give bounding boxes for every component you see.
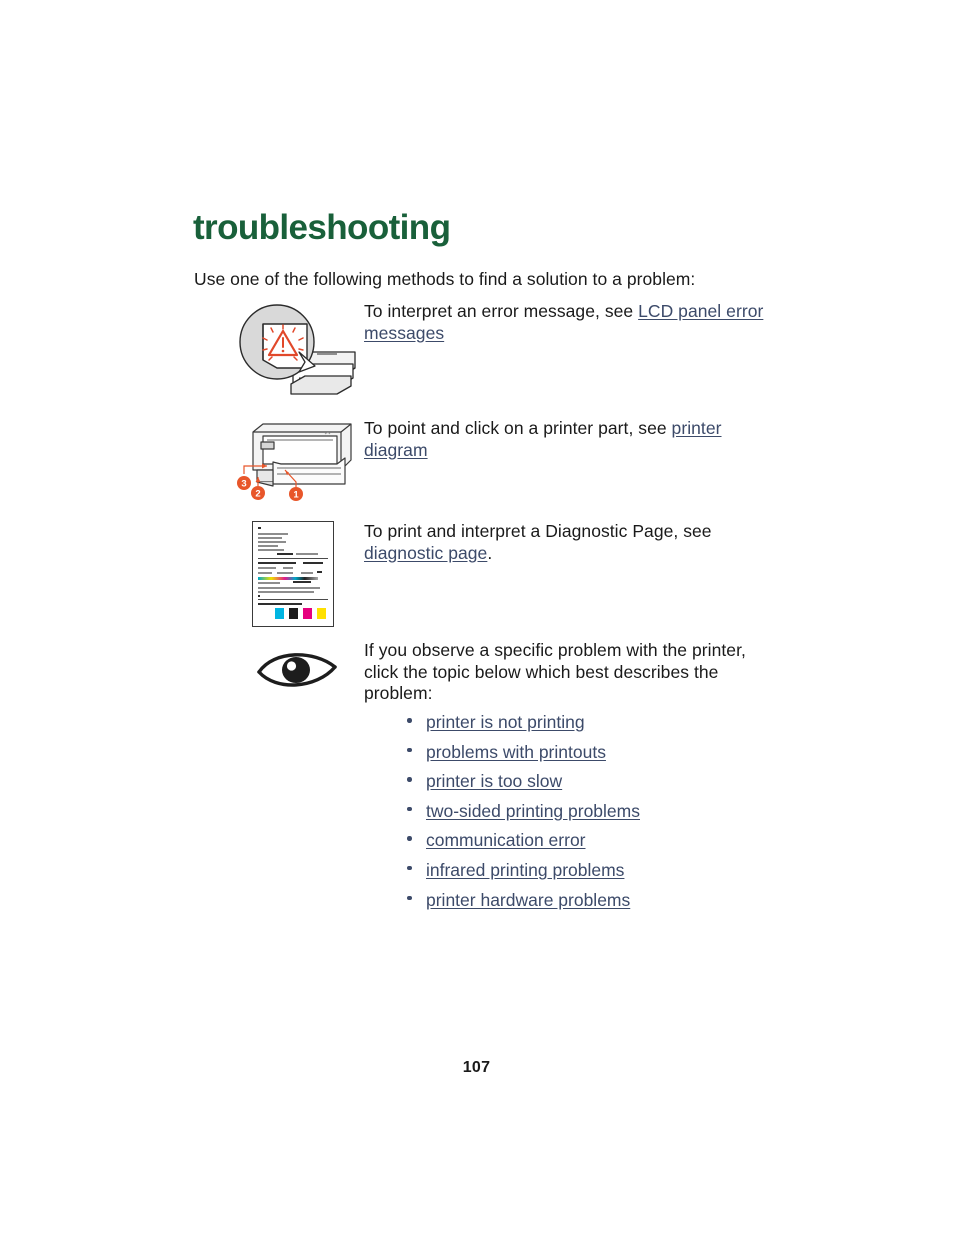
method-text-before: To interpret an error message, see: [364, 301, 639, 321]
list-item: printer is too slow: [404, 769, 640, 799]
intro-paragraph: Use one of the following methods to find…: [194, 268, 696, 289]
svg-text:3: 3: [241, 479, 246, 490]
callout-2: 2: [251, 486, 265, 500]
link-communication-error[interactable]: communication error: [426, 830, 586, 850]
link-printer-is-not-printing[interactable]: printer is not printing: [426, 712, 585, 732]
method-lcd-panel-error-text: To interpret an error message, see LCD p…: [364, 301, 764, 344]
link-problems-with-printouts[interactable]: problems with printouts: [426, 742, 606, 762]
list-item: two-sided printing problems: [404, 799, 640, 829]
method-text-after: .: [487, 542, 493, 563]
list-item: infrared printing problems: [404, 858, 640, 888]
bullet-icon: [407, 865, 412, 871]
callout-3: 3: [237, 476, 251, 490]
printer-diagram-icon: 3 2 1: [233, 414, 363, 506]
svg-text:2: 2: [255, 489, 260, 500]
bullet-icon: [407, 895, 412, 901]
method-printer-diagram-text: To point and click on a printer part, se…: [364, 418, 744, 461]
list-item: problems with printouts: [404, 740, 640, 770]
bullet-icon: [407, 777, 412, 782]
bullet-icon: [407, 806, 412, 812]
page-number-value: 107: [462, 1059, 491, 1076]
list-item: printer hardware problems: [404, 888, 640, 918]
symptom-link-list: printer is not printing problems with pr…: [404, 710, 640, 917]
link-printer-hardware-problems[interactable]: printer hardware problems: [426, 890, 630, 910]
list-item: communication error: [404, 828, 640, 858]
link-infrared-printing-problems[interactable]: infrared printing problems: [426, 860, 624, 880]
callout-1: 1: [289, 487, 303, 501]
bullet-icon: [407, 718, 412, 723]
list-item: printer is not printing: [404, 710, 640, 740]
diagnostic-page-thumbnail: [252, 521, 334, 627]
method-specific-problem-text: If you observe a specific problem with t…: [364, 640, 746, 703]
svg-text:1: 1: [293, 490, 299, 501]
page-number: 107: [0, 1059, 954, 1077]
method-diagnostic-page-text: To print and interpret a Diagnostic Page…: [364, 521, 764, 564]
method-text-before: To print and interpret a Diagnostic Page…: [364, 521, 712, 541]
document-page: troubleshooting Use one of the following…: [0, 0, 954, 1235]
method-text-before: To point and click on a printer part, se…: [364, 418, 672, 438]
bullet-icon: [407, 836, 412, 841]
eye-icon: [256, 646, 340, 690]
bullet-icon: [407, 747, 412, 753]
link-two-sided-printing-problems[interactable]: two-sided printing problems: [426, 801, 640, 821]
diagnostic-page-icon: [252, 521, 336, 629]
lcd-panel-error-icon: [233, 298, 363, 398]
link-diagnostic-page[interactable]: diagnostic page: [364, 543, 487, 563]
link-printer-is-too-slow[interactable]: printer is too slow: [426, 771, 562, 791]
page-title: troubleshooting: [193, 208, 451, 248]
